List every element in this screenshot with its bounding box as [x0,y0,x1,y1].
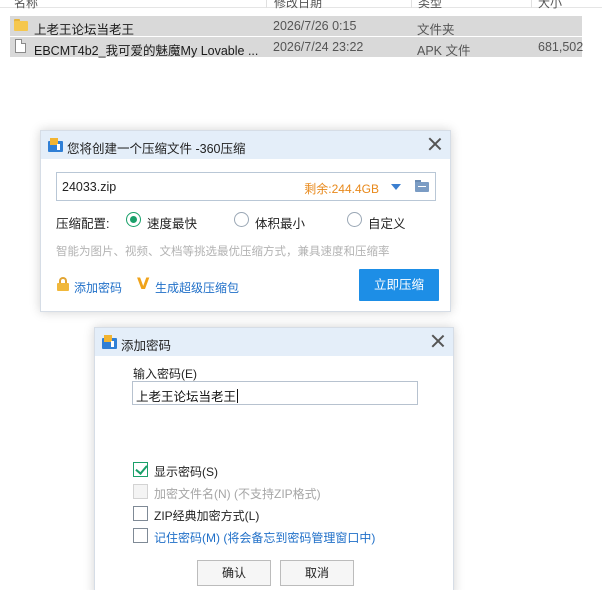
file-row-folder[interactable]: 上老王论坛当老王 2026/7/26 0:15 文件夹 [10,16,582,37]
column-header-row: 名称 修改日期 类型 大小 [0,0,602,11]
archive-path-input[interactable]: 24033.zip 剩余:244.4GB [56,172,436,201]
compression-hint: 智能为图片、视频、文档等挑选最优压缩方式，兼具速度和压缩率 [56,246,390,258]
radio-label: 速度最快 [147,217,198,231]
lock-icon[interactable] [57,277,69,291]
file-row-apk[interactable]: EBCMT4b2_我可爱的魅魔My Lovable ... 2026/7/24 … [10,37,584,58]
close-icon[interactable] [431,334,445,348]
add-password-link[interactable]: 添加密码 [74,279,122,296]
column-divider[interactable] [266,0,267,8]
password-value: 上老王论坛当老王 [136,389,239,404]
radio-button[interactable] [347,212,362,227]
password-input[interactable]: 上老王论坛当老王 [132,381,418,405]
ok-button[interactable]: 确认 [197,560,271,586]
close-icon[interactable] [428,137,442,151]
add-password-dialog: 添加密码 输入密码(E) 上老王论坛当老王 显示密码(S) 加密文件名(N) (… [94,327,454,590]
checkbox-label: ZIP经典加密方式(L) [154,509,260,523]
file-name: 上老王论坛当老王 [34,23,135,37]
column-header-name[interactable]: 名称 [14,0,38,11]
browse-folder-icon[interactable] [415,180,429,193]
checkbox[interactable] [133,506,148,521]
file-explorer-list: 名称 修改日期 类型 大小 上老王论坛当老王 2026/7/26 0:15 文件… [0,0,602,60]
file-date: 2026/7/26 0:15 [273,19,357,33]
app-360-icon [102,335,117,349]
checkbox-label: 加密文件名(N) (不支持ZIP格式) [154,487,321,501]
compress-dialog: 您将创建一个压缩文件 -360压缩 24033.zip 剩余:244.4GB 压… [40,130,451,312]
free-space-label: 剩余:244.4GB [304,182,379,196]
checkbox-label: 显示密码(S) [154,465,218,479]
file-size: 681,502 [538,40,584,54]
column-header-size[interactable]: 大小 [538,0,562,11]
radio-button-selected[interactable] [126,212,141,227]
v-badge-icon[interactable]: V [137,274,149,293]
file-name: EBCMT4b2_我可爱的魅魔My Lovable ... [34,44,259,58]
app-360-icon [48,138,63,152]
radio-label: 自定义 [368,217,406,231]
archive-path-value[interactable]: 24033.zip [62,180,116,194]
folder-icon [14,19,28,31]
column-header-date[interactable]: 修改日期 [274,0,322,11]
dialog-title: 您将创建一个压缩文件 -360压缩 [67,142,246,156]
dialog-title: 添加密码 [121,339,172,353]
compress-now-button[interactable]: 立即压缩 [359,269,439,301]
file-date: 2026/7/24 23:22 [273,40,364,54]
column-divider[interactable] [531,0,532,8]
file-icon [15,39,26,53]
checkbox[interactable] [133,528,148,543]
cancel-button[interactable]: 取消 [280,560,354,586]
column-header-type[interactable]: 类型 [418,0,442,11]
dialog-titlebar[interactable]: 您将创建一个压缩文件 -360压缩 [41,131,450,159]
checkbox-checked[interactable] [133,462,148,477]
radio-label: 体积最小 [255,217,306,231]
super-package-link[interactable]: 生成超级压缩包 [155,279,239,296]
file-type: 文件夹 [417,23,455,37]
column-divider[interactable] [411,0,412,8]
password-label: 输入密码(E) [133,367,197,381]
checkbox-label: 记住密码(M) (将会备忘到密码管理窗口中) [154,531,376,545]
radio-button[interactable] [234,212,249,227]
config-label: 压缩配置: [56,217,110,231]
chevron-down-icon[interactable] [391,184,401,190]
checkbox-disabled [133,484,148,499]
file-type: APK 文件 [417,44,471,58]
dialog-titlebar[interactable]: 添加密码 [95,328,453,356]
text-caret [237,389,239,403]
